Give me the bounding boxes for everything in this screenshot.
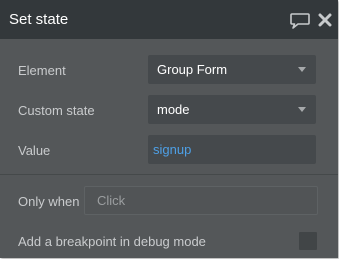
value-label: Value [18, 143, 51, 158]
only-when-input[interactable]: Click [84, 186, 318, 215]
debug-breakpoint-checkbox[interactable] [299, 232, 317, 250]
only-when-placeholder: Click [97, 193, 126, 208]
value-expression[interactable]: signup [153, 142, 191, 158]
comment-icon[interactable] [289, 12, 311, 30]
custom-state-label: Custom state [18, 103, 95, 118]
custom-state-dropdown[interactable]: mode [148, 95, 316, 124]
panel-title: Set state [9, 11, 69, 28]
value-expression-field[interactable]: signup [148, 135, 316, 164]
chevron-down-icon [298, 107, 306, 112]
element-label: Element [18, 63, 66, 78]
set-state-panel: Set state Element Group Form Custom stat… [0, 0, 338, 258]
debug-breakpoint-label: Add a breakpoint in debug mode [18, 234, 206, 249]
chevron-down-icon [298, 67, 306, 72]
only-when-label: Only when [18, 194, 80, 209]
element-value: Group Form [157, 62, 228, 77]
section-divider [0, 174, 338, 175]
element-dropdown[interactable]: Group Form [148, 55, 316, 84]
panel-header: Set state [0, 0, 338, 39]
custom-state-value: mode [157, 102, 190, 117]
close-icon[interactable] [318, 13, 332, 27]
